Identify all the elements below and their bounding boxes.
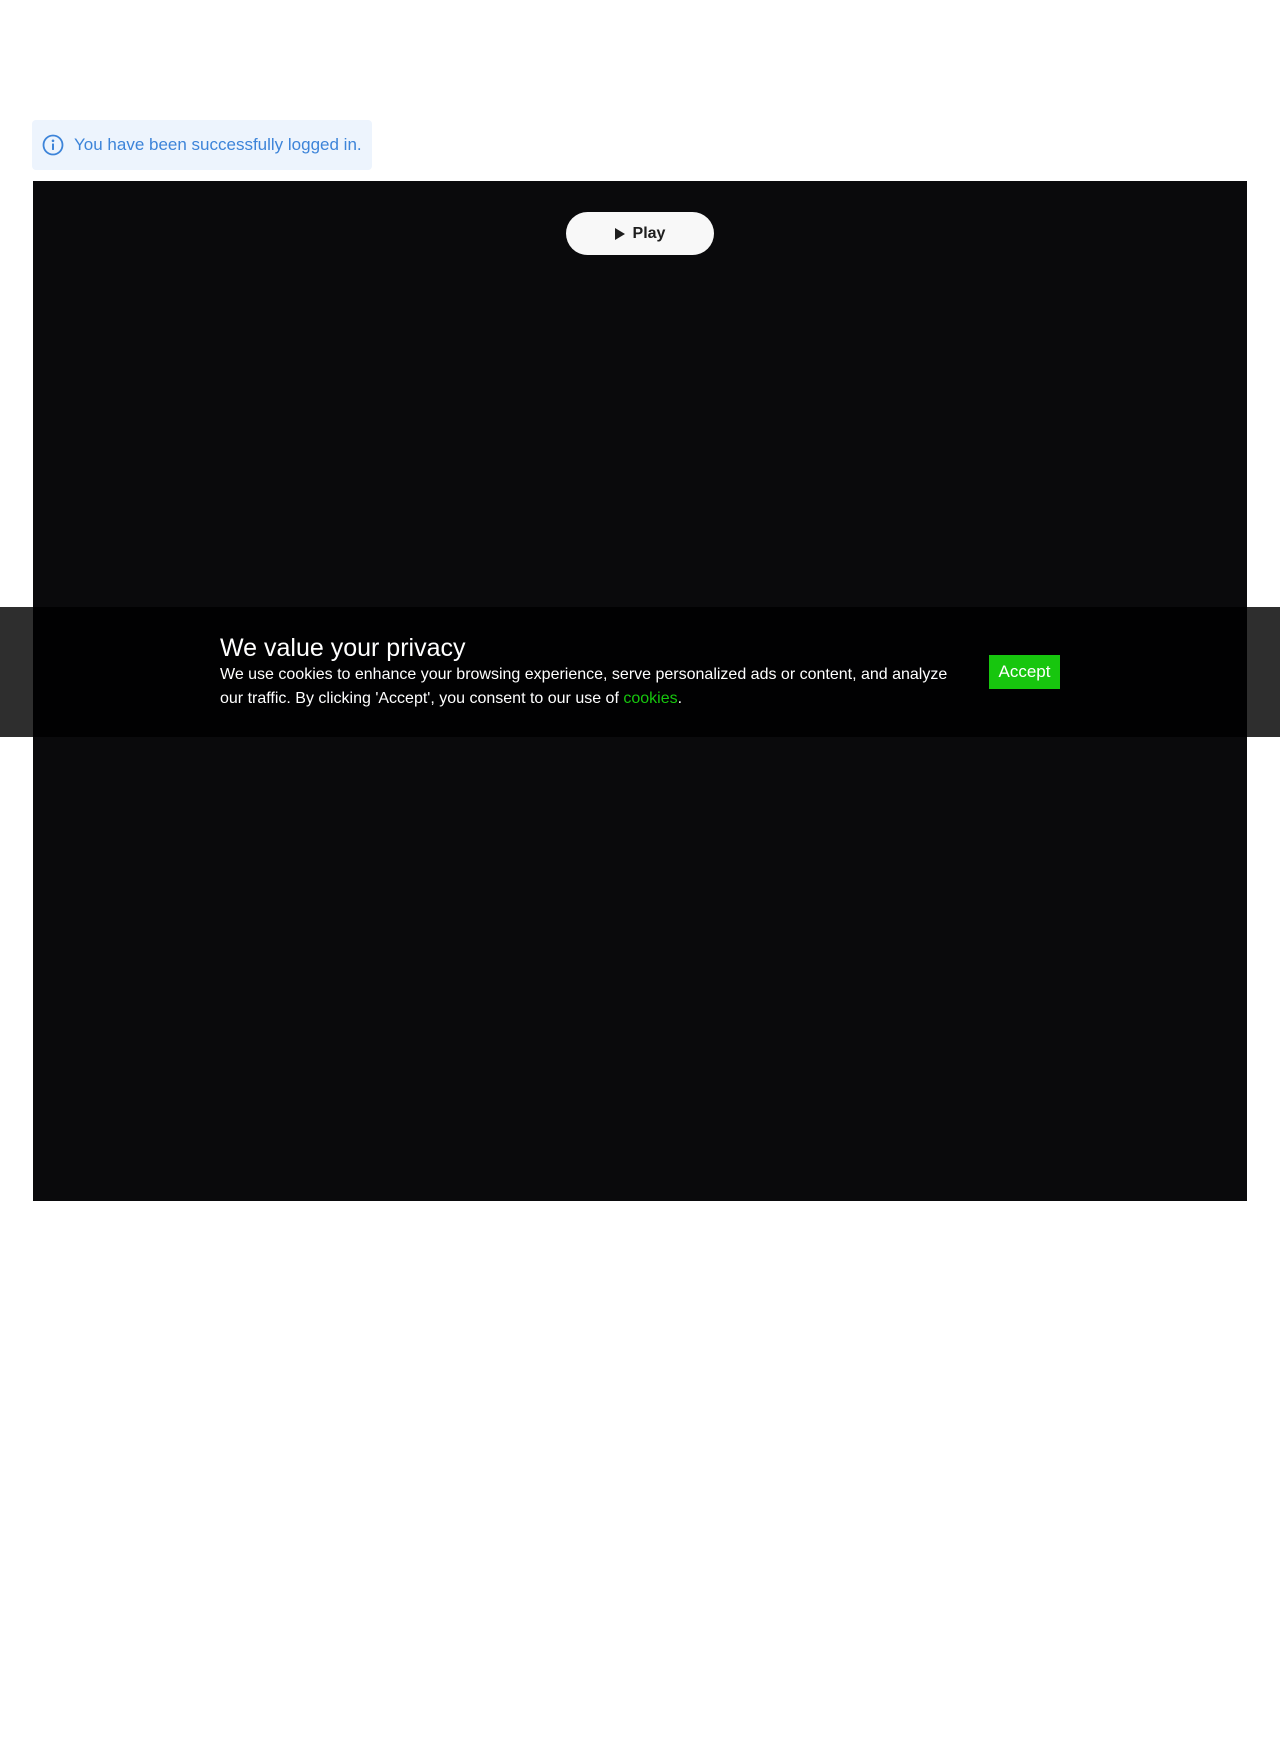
play-icon	[614, 227, 625, 240]
play-button-label: Play	[632, 224, 666, 242]
page: You have been successfully logged in. Pl…	[0, 0, 1280, 1750]
cookie-consent-title: We value your privacy	[220, 634, 466, 662]
cookie-consent-text-end: .	[677, 690, 683, 707]
info-circle-icon	[42, 134, 64, 156]
cookie-consent-text: We use cookies to enhance your browsing …	[220, 663, 960, 711]
login-success-alert: You have been successfully logged in.	[32, 120, 372, 170]
cookies-link[interactable]: cookies	[623, 690, 677, 707]
cookie-consent-banner: We value your privacy We use cookies to …	[0, 607, 1280, 737]
cookie-consent-text-body: We use cookies to enhance your browsing …	[220, 666, 948, 707]
accept-cookies-button[interactable]: Accept	[989, 655, 1060, 689]
play-button[interactable]: Play	[566, 212, 714, 255]
cookie-consent-content: We value your privacy We use cookies to …	[220, 633, 960, 711]
alert-message: You have been successfully logged in.	[74, 135, 362, 154]
